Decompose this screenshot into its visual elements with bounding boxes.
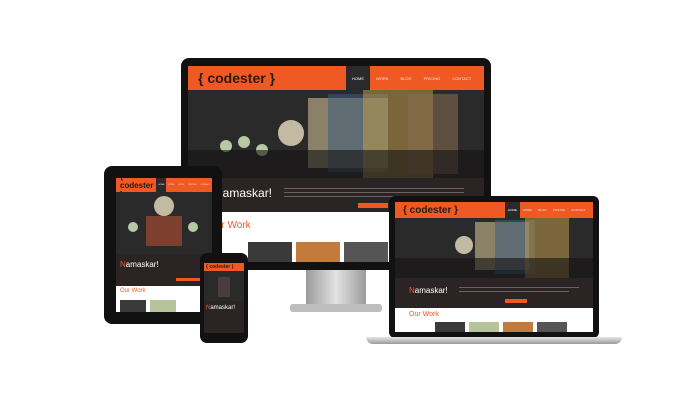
tablet-nav-home[interactable]: HOME <box>156 178 167 192</box>
tablet-intro-band: Namaskar! <box>116 254 212 286</box>
phone-hero-illustration <box>204 271 244 301</box>
desktop-thumb[interactable] <box>344 242 388 262</box>
tablet-hero-illustration <box>116 192 212 254</box>
laptop-nav-home[interactable]: HOME <box>505 202 520 218</box>
laptop-nav-blog[interactable]: BLOG <box>535 208 549 212</box>
desktop-menu: HOME WORK BLOG PRICING CONTACT <box>346 66 484 90</box>
phone-intro-band: Namaskar! <box>204 301 244 333</box>
desktop-nav-pricing[interactable]: PRICING <box>418 76 447 81</box>
desktop-nav-work[interactable]: WORK <box>370 76 394 81</box>
tablet-greeting-rest: amaskar! <box>125 260 159 269</box>
monitor-neck <box>306 270 366 306</box>
laptop-nav-contact[interactable]: CONTACT <box>568 208 588 212</box>
desktop-nav-home[interactable]: HOME <box>346 66 370 90</box>
desktop-hero-illustration <box>188 90 484 178</box>
laptop-cta-button[interactable] <box>505 299 527 303</box>
desktop-logo[interactable]: { codester } <box>188 66 346 90</box>
tablet-logo[interactable]: { codester } <box>116 178 157 199</box>
desktop-navbar: { codester } HOME WORK BLOG PRICING CONT… <box>188 66 484 90</box>
laptop-greeting-rest: amaskar! <box>414 286 448 295</box>
desktop-nav-blog[interactable]: BLOG <box>394 76 417 81</box>
desktop-thumb[interactable] <box>248 242 292 262</box>
laptop-thumb[interactable] <box>503 322 533 332</box>
tablet-work-section: Our Work <box>116 286 212 312</box>
phone-greeting-rest: amaskar! <box>210 305 236 311</box>
desktop-greeting-rest: amaskar! <box>222 186 273 200</box>
phone-screen: { codester } Namaskar! <box>204 263 244 333</box>
laptop-thumb[interactable] <box>469 322 499 332</box>
laptop-thumb[interactable] <box>435 322 465 332</box>
tablet-nav-blog[interactable]: BLOG <box>177 184 187 186</box>
tablet-thumb[interactable] <box>150 300 176 312</box>
tablet-cta-button[interactable] <box>176 278 200 281</box>
laptop-hero-illustration <box>395 218 593 278</box>
desktop-thumb[interactable] <box>296 242 340 262</box>
desktop-nav-contact[interactable]: CONTACT <box>446 76 477 81</box>
laptop: { codester } HOME WORK BLOG PRICING CONT… <box>389 196 599 338</box>
phone: { codester } Namaskar! <box>200 253 248 343</box>
laptop-menu: HOME WORK BLOG PRICING CONTACT <box>505 202 593 218</box>
monitor-base <box>290 304 382 312</box>
laptop-thumb[interactable] <box>537 322 567 332</box>
laptop-logo[interactable]: { codester } <box>395 202 505 218</box>
laptop-section-title: Our Work <box>409 311 439 318</box>
tablet-section-title: Our Work <box>120 288 146 294</box>
tablet-navbar: { codester } HOME WORK BLOG PRICING CONT… <box>116 178 212 199</box>
desktop-cta-button[interactable] <box>358 203 388 208</box>
tablet-menu: HOME WORK BLOG PRICING CONTACT <box>156 178 212 192</box>
phone-navbar: { codester } <box>204 263 244 271</box>
laptop-work-section: Our Work <box>395 308 593 332</box>
laptop-screen: { codester } HOME WORK BLOG PRICING CONT… <box>395 202 593 332</box>
tablet-greeting: Namaskar! <box>120 260 159 269</box>
laptop-nav-pricing[interactable]: PRICING <box>550 208 569 212</box>
laptop-nav-work[interactable]: WORK <box>520 208 535 212</box>
tablet-nav-contact[interactable]: CONTACT <box>198 184 212 186</box>
laptop-base <box>366 337 622 344</box>
tablet-nav-work[interactable]: WORK <box>166 184 176 186</box>
laptop-greeting: Namaskar! <box>409 286 448 295</box>
phone-logo[interactable]: { codester } <box>204 263 244 271</box>
tablet-screen: { codester } HOME WORK BLOG PRICING CONT… <box>116 178 212 312</box>
desktop-greeting: Namaskar! <box>214 186 272 200</box>
tablet-nav-pricing[interactable]: PRICING <box>186 184 198 186</box>
phone-greeting: Namaskar! <box>206 305 235 311</box>
tablet-thumb[interactable] <box>120 300 146 312</box>
laptop-intro-band: Namaskar! <box>395 278 593 308</box>
laptop-navbar: { codester } HOME WORK BLOG PRICING CONT… <box>395 202 593 218</box>
